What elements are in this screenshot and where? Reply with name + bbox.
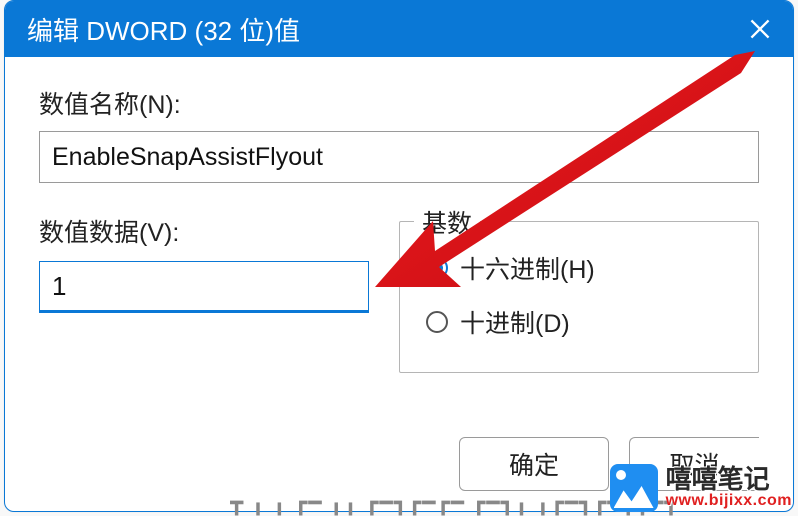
watermark-text-url: www.bijixx.com <box>666 493 792 510</box>
radix-hex-label: 十六进制(H) <box>460 250 595 286</box>
radix-hex-radio[interactable]: 十六进制(H) <box>426 250 736 286</box>
value-data-label: 数值数据(V): <box>39 213 369 249</box>
dialog-body: 数值名称(N): EnableSnapAssistFlyout 数值数据(V):… <box>5 57 793 373</box>
watermark-text-cn: 嘻嘻笔记 <box>666 466 792 493</box>
radix-dec-radio[interactable]: 十进制(D) <box>426 304 736 340</box>
close-button[interactable] <box>745 14 775 44</box>
radio-icon <box>426 311 448 333</box>
edit-dword-dialog: 编辑 DWORD (32 位)值 数值名称(N): EnableSnapAssi… <box>4 0 794 512</box>
value-name-input[interactable]: EnableSnapAssistFlyout <box>39 131 759 183</box>
value-data-input[interactable]: 1 <box>39 261 369 313</box>
ok-button[interactable]: 确定 <box>459 437 609 491</box>
watermark: 嘻嘻笔记 www.bijixx.com <box>610 464 792 512</box>
watermark-logo-icon <box>610 464 658 512</box>
value-name-label: 数值名称(N): <box>39 85 759 121</box>
window-title: 编辑 DWORD (32 位)值 <box>27 11 745 48</box>
radix-dec-label: 十进制(D) <box>460 304 570 340</box>
radio-icon <box>426 257 448 279</box>
radix-legend: 基数 <box>414 204 480 240</box>
close-icon <box>750 19 770 39</box>
titlebar[interactable]: 编辑 DWORD (32 位)值 <box>5 1 793 57</box>
radix-groupbox: 基数 十六进制(H) 十进制(D) <box>399 221 759 373</box>
